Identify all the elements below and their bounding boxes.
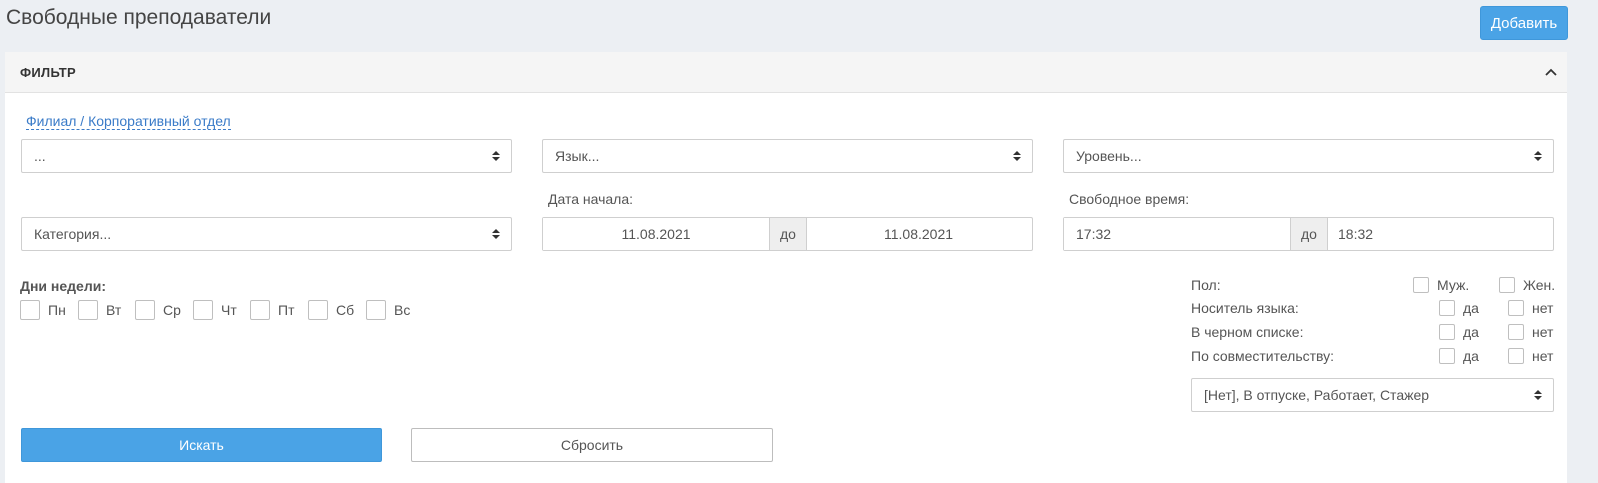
page-title: Свободные преподаватели: [6, 6, 272, 29]
filter-title: ФИЛЬТР: [20, 65, 77, 80]
parttime-yes-checkbox[interactable]: [1439, 348, 1455, 364]
blacklist-yes-option[interactable]: да: [1439, 324, 1479, 340]
gender-female-label: Жен.: [1523, 277, 1556, 293]
language-select-value: Язык...: [555, 148, 600, 164]
parttime-yes-option[interactable]: да: [1439, 348, 1479, 364]
blacklist-yes-label: да: [1463, 324, 1479, 340]
start-date-from-input[interactable]: [543, 218, 769, 250]
start-date-range: до: [542, 217, 1033, 251]
blacklist-no-checkbox[interactable]: [1508, 324, 1524, 340]
parttime-no-checkbox[interactable]: [1508, 348, 1524, 364]
chevron-up-icon[interactable]: [1543, 64, 1559, 80]
day-wednesday[interactable]: Ср: [135, 300, 181, 320]
blacklist-no-label: нет: [1532, 324, 1554, 340]
branch-select[interactable]: ...: [21, 139, 512, 173]
native-yes-checkbox[interactable]: [1439, 300, 1455, 316]
free-time-separator: до: [1290, 218, 1328, 250]
day-checkbox[interactable]: [193, 300, 213, 320]
gender-male-checkbox[interactable]: [1413, 277, 1429, 293]
day-checkbox[interactable]: [78, 300, 98, 320]
blacklist-label: В черном списке:: [1191, 324, 1304, 340]
parttime-no-label: нет: [1532, 348, 1554, 364]
day-checkbox[interactable]: [135, 300, 155, 320]
day-label: Чт: [221, 302, 237, 318]
start-date-to-input[interactable]: [807, 218, 1030, 250]
level-select-value: Уровень...: [1076, 148, 1142, 164]
native-no-label: нет: [1532, 300, 1554, 316]
category-select[interactable]: Категория...: [21, 217, 512, 251]
gender-label: Пол:: [1191, 277, 1221, 293]
language-select[interactable]: Язык...: [542, 139, 1033, 173]
gender-female-checkbox[interactable]: [1499, 277, 1515, 293]
weekdays-label: Дни недели:: [20, 278, 107, 294]
free-time-range: до: [1063, 217, 1554, 251]
day-label: Вт: [106, 302, 122, 318]
sort-arrows-icon: [492, 229, 500, 239]
day-thursday[interactable]: Чт: [193, 300, 237, 320]
native-yes-option[interactable]: да: [1439, 300, 1479, 316]
day-label: Пн: [48, 302, 66, 318]
free-time-from-input[interactable]: [1064, 218, 1290, 250]
day-label: Ср: [163, 302, 181, 318]
filter-panel: ФИЛЬТР Филиал / Корпоративный отдел ... …: [5, 52, 1567, 483]
day-sunday[interactable]: Вс: [366, 300, 410, 320]
native-yes-label: да: [1463, 300, 1479, 316]
search-button[interactable]: Искать: [21, 428, 382, 462]
filter-header[interactable]: ФИЛЬТР: [5, 52, 1567, 93]
status-select[interactable]: [Нет], В отпуске, Работает, Стажер: [1191, 378, 1554, 412]
gender-male-option[interactable]: Муж.: [1413, 277, 1469, 293]
sort-arrows-icon: [492, 151, 500, 161]
parttime-yes-label: да: [1463, 348, 1479, 364]
day-label: Вс: [394, 302, 411, 318]
branch-select-value: ...: [34, 148, 46, 164]
parttime-label: По совместительству:: [1191, 348, 1335, 364]
status-select-value: [Нет], В отпуске, Работает, Стажер: [1204, 387, 1430, 403]
day-tuesday[interactable]: Вт: [78, 300, 121, 320]
add-button[interactable]: Добавить: [1480, 6, 1568, 40]
level-select[interactable]: Уровень...: [1063, 139, 1554, 173]
start-date-label: Дата начала:: [548, 191, 634, 207]
day-label: Сб: [336, 302, 355, 318]
parttime-no-option[interactable]: нет: [1508, 348, 1553, 364]
native-no-option[interactable]: нет: [1508, 300, 1553, 316]
free-time-label: Свободное время:: [1069, 191, 1190, 207]
day-checkbox[interactable]: [308, 300, 328, 320]
blacklist-yes-checkbox[interactable]: [1439, 324, 1455, 340]
branch-link[interactable]: Филиал / Корпоративный отдел: [26, 113, 231, 130]
category-select-value: Категория...: [34, 226, 112, 242]
blacklist-no-option[interactable]: нет: [1508, 324, 1553, 340]
day-checkbox[interactable]: [366, 300, 386, 320]
sort-arrows-icon: [1534, 390, 1542, 400]
native-no-checkbox[interactable]: [1508, 300, 1524, 316]
start-date-separator: до: [769, 218, 807, 250]
gender-female-option[interactable]: Жен.: [1499, 277, 1555, 293]
day-label: Пт: [278, 302, 295, 318]
sort-arrows-icon: [1534, 151, 1542, 161]
free-time-to-input[interactable]: [1328, 218, 1551, 250]
gender-male-label: Муж.: [1437, 277, 1470, 293]
sort-arrows-icon: [1013, 151, 1021, 161]
day-checkbox[interactable]: [250, 300, 270, 320]
native-speaker-label: Носитель языка:: [1191, 300, 1299, 316]
reset-button[interactable]: Сбросить: [411, 428, 773, 462]
day-saturday[interactable]: Сб: [308, 300, 354, 320]
day-monday[interactable]: Пн: [20, 300, 66, 320]
day-friday[interactable]: Пт: [250, 300, 294, 320]
day-checkbox[interactable]: [20, 300, 40, 320]
